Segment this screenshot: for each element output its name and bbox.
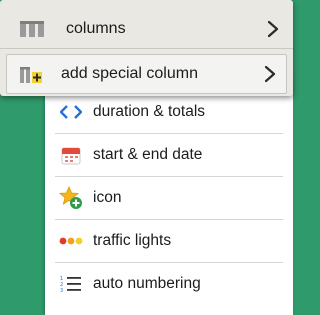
traffic-lights-icon <box>57 230 85 252</box>
submenu-item-label: duration & totals <box>93 102 206 120</box>
context-menu: columns add special column <box>0 0 293 96</box>
menu-item-label: columns <box>66 20 126 37</box>
numbered-list-icon: 1 2 3 <box>57 273 85 295</box>
svg-text:3: 3 <box>60 288 63 293</box>
calendar-icon <box>57 144 85 166</box>
submenu-item-start-end-date[interactable]: start & end date <box>55 133 283 176</box>
submenu-item-duration-totals[interactable]: duration & totals <box>55 90 283 133</box>
submenu-item-label: traffic lights <box>93 232 172 249</box>
submenu-item-icon[interactable]: icon <box>55 176 283 219</box>
submenu-item-label: start & end date <box>93 146 203 163</box>
chevron-right-icon <box>264 65 276 83</box>
code-brackets-icon <box>57 101 85 123</box>
menu-item-label: add special column <box>61 65 198 82</box>
chevron-right-icon <box>267 20 279 38</box>
add-column-icon <box>20 66 44 83</box>
columns-icon <box>20 21 44 37</box>
special-column-submenu: duration & totals start & end date icon … <box>45 76 293 315</box>
menu-item-add-special-column[interactable]: add special column <box>6 54 287 94</box>
submenu-item-auto-numbering[interactable]: 1 2 3 auto numbering <box>55 262 283 305</box>
menu-item-columns[interactable]: columns <box>0 8 293 50</box>
submenu-item-label: auto numbering <box>93 275 201 292</box>
submenu-item-traffic-lights[interactable]: traffic lights <box>55 219 283 262</box>
star-plus-icon <box>57 186 85 209</box>
menu-divider <box>0 48 293 49</box>
submenu-item-label: icon <box>93 189 122 206</box>
